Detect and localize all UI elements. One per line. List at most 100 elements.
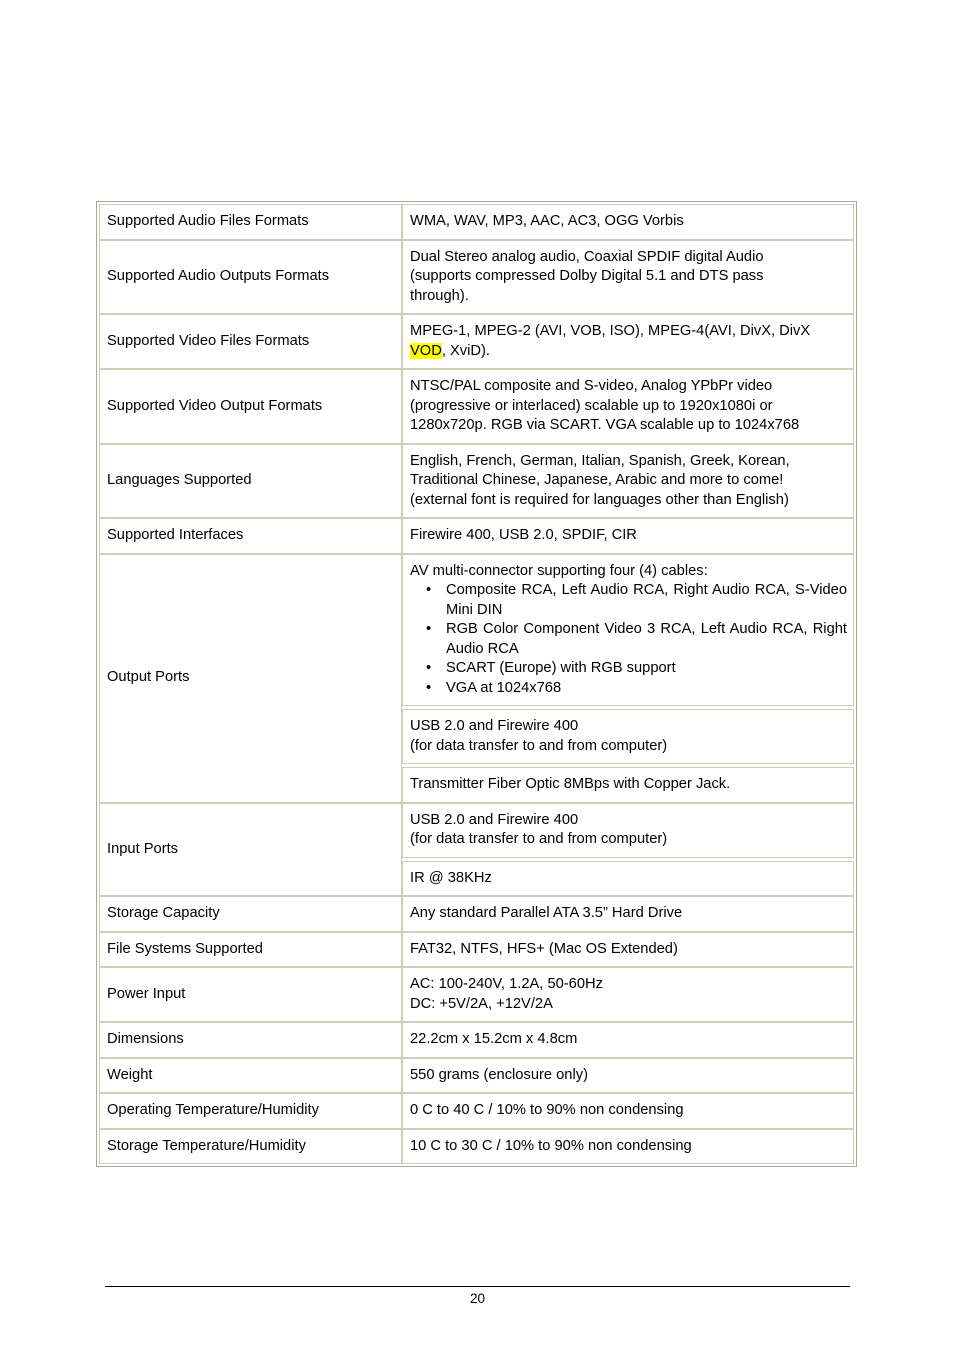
spec-label-cell: Input Ports	[99, 802, 402, 896]
spec-value-cell: USB 2.0 and Firewire 400 (for data transf…	[402, 802, 854, 896]
spec-value-cell: Dual Stereo analog audio, Coaxial SPDIF …	[402, 239, 854, 314]
value-line: English, French, German, Italian, Spanis…	[410, 452, 790, 469]
value-line: 550 grams (enclosure only)	[410, 1066, 588, 1083]
spec-value-cell: WMA, WAV, MP3, AAC, AC3, OGG Vorbis	[402, 204, 854, 240]
value-line: DC: +5V/2A, +12V/2A	[410, 995, 553, 1012]
spec-label: Storage Capacity	[107, 905, 220, 921]
spec-value-cell: MPEG-1, MPEG-2 (AVI, VOB, ISO), MPEG-4(A…	[402, 314, 854, 369]
value-line: WMA, WAV, MP3, AAC, AC3, OGG Vorbis	[410, 213, 684, 229]
list-item: SCART (Europe) with RGB support	[410, 659, 847, 679]
spec-value-cell: English, French, German, Italian, Spanis…	[402, 443, 854, 518]
document-page: Supported Audio Files Formats WMA, WAV, M…	[0, 0, 954, 1351]
spec-label-cell: Supported Audio Outputs Formats	[99, 239, 402, 314]
value-line: AC: 100-240V, 1.2A, 50-60Hz	[410, 976, 603, 992]
value-line: 10 C to 30 C / 10% to 90% non condensing	[410, 1137, 692, 1154]
highlighted-text: VOD	[410, 342, 442, 359]
value-line: Traditional Chinese, Japanese, Arabic an…	[410, 472, 784, 488]
footer-rule	[105, 1286, 850, 1287]
spec-label: Weight	[107, 1066, 153, 1083]
spec-label-cell: Supported Video Files Formats	[99, 314, 402, 369]
list-item: RGB Color Component Video 3 RCA, Left Au…	[410, 620, 847, 659]
spec-label: Supported Video Files Formats	[107, 332, 310, 349]
page-number: 20	[469, 1291, 486, 1306]
spec-label-cell: Operating Temperature/Humidity	[99, 1093, 402, 1129]
value-line: 22.2cm x 15.2cm x 4.8cm	[410, 1031, 578, 1047]
spec-value-cell: 0 C to 40 C / 10% to 90% non condensing	[402, 1093, 854, 1129]
spec-value-cell: NTSC/PAL composite and S-video, Analog Y…	[402, 369, 854, 444]
output-ports-bullet-list: Composite RCA, Left Audio RCA, Right Aud…	[410, 581, 847, 698]
spec-label-cell: Supported Video Output Formats	[99, 369, 402, 444]
table-row: Supported Interfaces Firewire 400, USB 2.…	[99, 518, 854, 554]
table-row: Operating Temperature/Humidity 0 C to 40 …	[99, 1093, 854, 1129]
value-line: USB 2.0 and Firewire 400	[410, 811, 579, 828]
spec-label: Dimensions	[107, 1031, 184, 1047]
list-item: Composite RCA, Left Audio RCA, Right Aud…	[410, 581, 847, 620]
spec-label-cell: Supported Interfaces	[99, 518, 402, 554]
value-line: USB 2.0 and Firewire 400	[410, 718, 579, 734]
value-line: Dual Stereo analog audio, Coaxial SPDIF …	[410, 248, 764, 265]
spec-label: Supported Interfaces	[107, 527, 244, 543]
spec-label: Operating Temperature/Humidity	[107, 1102, 319, 1118]
spec-value-cell: 22.2cm x 15.2cm x 4.8cm	[402, 1022, 854, 1058]
spec-value-cell: Firewire 400, USB 2.0, SPDIF, CIR	[402, 518, 854, 554]
table-row: Supported Audio Files Formats WMA, WAV, M…	[99, 204, 854, 240]
table-row: Storage Temperature/Humidity 10 C to 30 C…	[99, 1128, 854, 1164]
value-line: (for data transfer to and from computer)	[410, 737, 668, 754]
spec-label-cell: Output Ports	[99, 553, 402, 803]
spec-value-subrow: IR @ 38KHz	[402, 860, 854, 896]
value-line: Firewire 400, USB 2.0, SPDIF, CIR	[410, 527, 637, 543]
spec-value-subrows: USB 2.0 and Firewire 400 (for data transf…	[402, 802, 854, 896]
spec-value-subrow: USB 2.0 and Firewire 400 (for data transf…	[402, 709, 854, 764]
table-row: Weight 550 grams (enclosure only)	[99, 1057, 854, 1093]
spec-label: Languages Supported	[107, 472, 252, 488]
specifications-table: Supported Audio Files Formats WMA, WAV, M…	[96, 201, 857, 1167]
spec-value-subrow: AV multi-connector supporting four (4) c…	[402, 553, 854, 706]
spec-label: Supported Audio Outputs Formats	[107, 268, 330, 284]
spec-value-cell: Any standard Parallel ATA 3.5” Hard Driv…	[402, 896, 854, 932]
value-line: 0 C to 40 C / 10% to 90% non condensing	[410, 1102, 684, 1118]
value-line: (progressive or interlaced) scalable up …	[410, 397, 773, 414]
bullet-list-intro: AV multi-connector supporting four (4) c…	[410, 562, 708, 579]
spec-label-cell: Power Input	[99, 967, 402, 1022]
table-row: Dimensions 22.2cm x 15.2cm x 4.8cm	[99, 1022, 854, 1058]
value-line: 1280x720p. RGB via SCART. VGA scalable u…	[410, 417, 800, 433]
spec-value-subrow: Transmitter Fiber Optic 8MBps with Coppe…	[402, 767, 854, 803]
spec-label: Power Input	[107, 985, 186, 1002]
value-line: Any standard Parallel ATA 3.5” Hard Driv…	[410, 905, 683, 921]
spec-label: Storage Temperature/Humidity	[107, 1137, 306, 1154]
spec-value-subrows: AV multi-connector supporting four (4) c…	[402, 553, 854, 803]
value-line: NTSC/PAL composite and S-video, Analog Y…	[410, 378, 773, 394]
value-line: (for data transfer to and from computer)	[410, 831, 668, 847]
page-footer: 20	[105, 1286, 850, 1307]
value-line: through).	[410, 287, 469, 304]
value-line: (supports compressed Dolby Digital 5.1 a…	[410, 268, 764, 284]
spec-table-grid: Supported Audio Files Formats WMA, WAV, M…	[99, 204, 854, 1164]
spec-label-cell: Supported Audio Files Formats	[99, 204, 402, 240]
spec-label: Supported Audio Files Formats	[107, 213, 309, 229]
table-row: Supported Video Output Formats NTSC/PAL c…	[99, 369, 854, 444]
value-line: VOD, XviD).	[410, 342, 490, 359]
spec-label-cell: Storage Temperature/Humidity	[99, 1128, 402, 1164]
spec-label-cell: Weight	[99, 1057, 402, 1093]
table-row: Supported Audio Outputs Formats Dual Ster…	[99, 239, 854, 314]
value-line: IR @ 38KHz	[410, 869, 492, 886]
spec-value-cell: 550 grams (enclosure only)	[402, 1057, 854, 1093]
spec-value-cell: AC: 100-240V, 1.2A, 50-60Hz DC: +5V/2A, +…	[402, 967, 854, 1022]
spec-label: Input Ports	[107, 840, 179, 857]
spec-value-cell: FAT32, NTFS, HFS+ (Mac OS Extended)	[402, 931, 854, 967]
spec-value-subrow: USB 2.0 and Firewire 400 (for data transf…	[402, 802, 854, 858]
list-item: VGA at 1024x768	[410, 679, 847, 699]
spec-label: File Systems Supported	[107, 940, 263, 957]
spec-label-cell: File Systems Supported	[99, 931, 402, 967]
spec-label: Output Ports	[107, 669, 190, 686]
value-line: FAT32, NTFS, HFS+ (Mac OS Extended)	[410, 940, 678, 957]
table-row: Input Ports USB 2.0 and Firewire 400 (for …	[99, 802, 854, 896]
spec-value-cell: AV multi-connector supporting four (4) c…	[402, 553, 854, 803]
value-line: (external font is required for languages…	[410, 491, 789, 508]
value-line: MPEG-1, MPEG-2 (AVI, VOB, ISO), MPEG-4(A…	[410, 323, 811, 339]
table-row: Supported Video Files Formats MPEG-1, MPE…	[99, 314, 854, 369]
spec-label: Supported Video Output Formats	[107, 397, 323, 414]
spec-label-cell: Dimensions	[99, 1022, 402, 1058]
spec-value-cell: 10 C to 30 C / 10% to 90% non condensing	[402, 1128, 854, 1164]
table-row: Languages Supported English, French, Germ…	[99, 443, 854, 518]
